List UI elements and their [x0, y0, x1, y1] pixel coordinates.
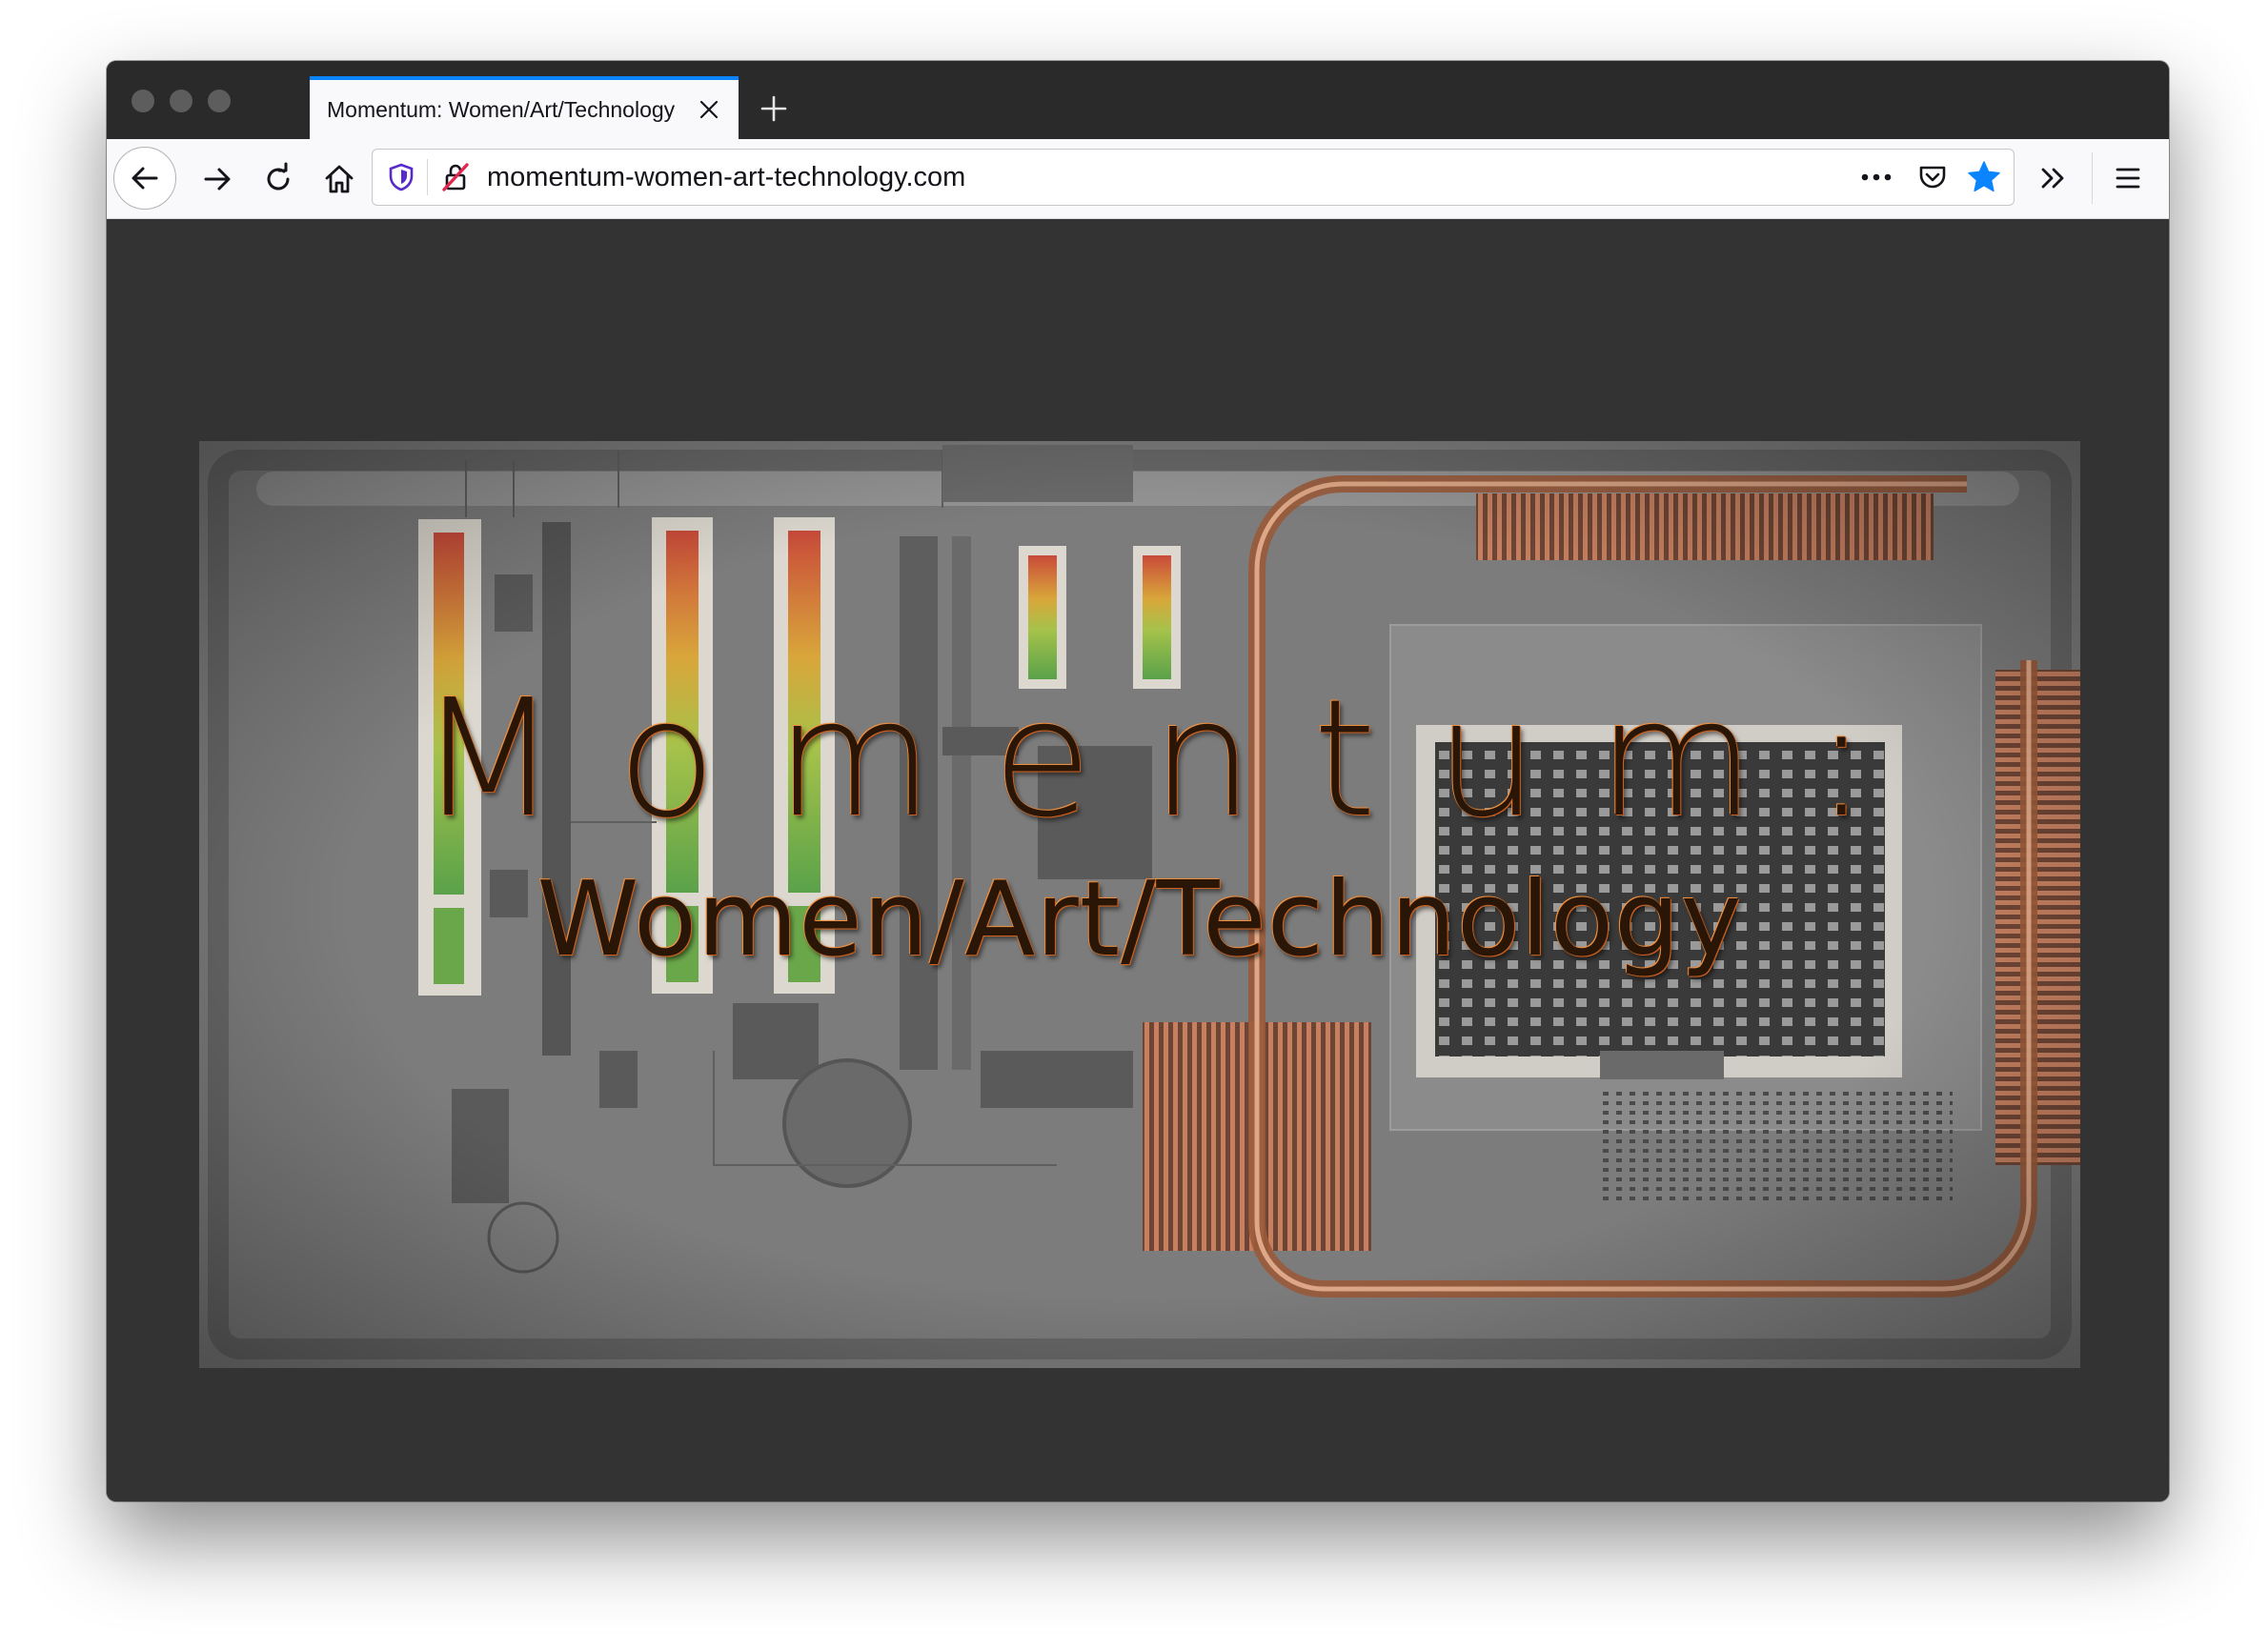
- toolbar-divider: [2092, 152, 2093, 204]
- arrow-left-icon: [132, 167, 158, 190]
- tab-strip: Momentum: Women/Art/Technology: [107, 61, 2169, 139]
- reload-button[interactable]: [252, 152, 305, 206]
- toolbar-overflow-button[interactable]: [2032, 156, 2076, 200]
- reload-icon: [267, 162, 290, 191]
- hero-banner: Momentum: Women/Art/Technology: [199, 441, 2080, 1368]
- hero-title: Momentum:: [418, 665, 1928, 854]
- arrow-right-icon: [204, 168, 231, 191]
- plus-icon: [760, 95, 787, 122]
- minimize-window-button[interactable]: [170, 90, 192, 112]
- zoom-window-button[interactable]: [208, 90, 231, 112]
- back-button[interactable]: [113, 147, 176, 210]
- close-window-button[interactable]: [132, 90, 154, 112]
- double-chevron-icon: [2041, 168, 2064, 189]
- navigation-toolbar: momentum-women-art-technology.com: [107, 139, 2169, 219]
- tab-active[interactable]: Momentum: Women/Art/Technology: [310, 76, 739, 139]
- insecure-lock-icon[interactable]: [439, 161, 472, 193]
- pocket-icon[interactable]: [1916, 161, 1949, 193]
- star-icon[interactable]: [1966, 159, 2002, 195]
- url-bar[interactable]: momentum-women-art-technology.com: [372, 149, 2015, 206]
- shield-icon[interactable]: [386, 162, 416, 192]
- more-dots-icon[interactable]: [1857, 163, 1895, 191]
- app-menu-button[interactable]: [2106, 156, 2150, 200]
- home-button[interactable]: [313, 152, 366, 206]
- url-text[interactable]: momentum-women-art-technology.com: [487, 150, 965, 205]
- page-content: Momentum: Women/Art/Technology: [107, 219, 2169, 1501]
- window-controls: [132, 90, 231, 112]
- hamburger-menu-icon: [2116, 168, 2140, 189]
- new-tab-button[interactable]: [755, 90, 793, 128]
- tab-title: Momentum: Women/Art/Technology: [327, 96, 676, 122]
- browser-window: Momentum: Women/Art/Technology momentum-…: [107, 61, 2169, 1501]
- hero-subtitle: Women/Art/Technology: [537, 860, 1743, 979]
- forward-button[interactable]: [191, 152, 244, 206]
- url-divider: [427, 159, 428, 195]
- home-icon: [325, 165, 354, 193]
- close-icon[interactable]: [695, 95, 723, 124]
